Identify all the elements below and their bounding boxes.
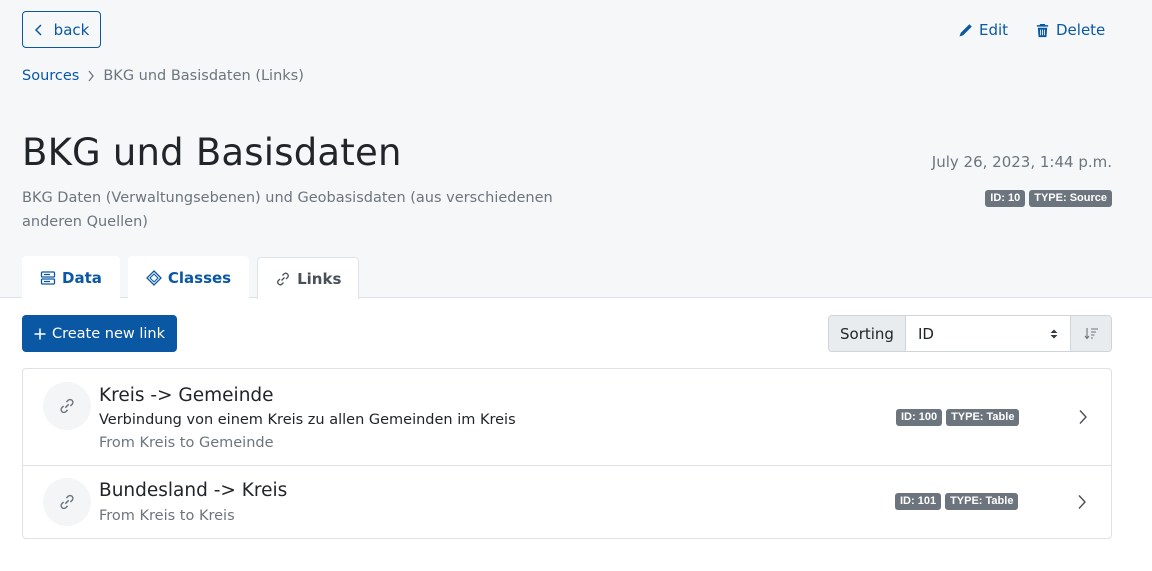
link-icon: [277, 272, 289, 285]
list-item-badges: ID: 100 TYPE: Table: [896, 409, 1020, 426]
tab-links-label: Links: [297, 269, 342, 288]
breadcrumb: Sources BKG und Basisdaten (Links): [22, 68, 304, 84]
page-title: BKG und Basisdaten: [22, 131, 402, 174]
page-date: July 26, 2023, 1:44 p.m.: [931, 153, 1112, 171]
list-item-description: Verbindung von einem Kreis zu allen Geme…: [99, 412, 516, 428]
edit-link[interactable]: Edit: [958, 19, 1008, 41]
breadcrumb-current: BKG und Basisdaten (Links): [103, 68, 304, 84]
tab-data[interactable]: Data: [22, 256, 120, 298]
chevron-right-icon: [88, 70, 95, 82]
create-new-link-label: Create new link: [51, 325, 165, 342]
delete-link[interactable]: Delete: [1035, 19, 1105, 41]
sorting-select[interactable]: ID: [906, 316, 1071, 351]
plus-icon: [34, 328, 46, 339]
id-badge: ID: 101: [895, 493, 942, 510]
link-icon: [60, 494, 74, 510]
type-badge: TYPE: Source: [1029, 190, 1112, 207]
sorting-select-value: ID: [918, 324, 934, 343]
tab-classes-label: Classes: [167, 268, 232, 287]
back-button-label: back: [53, 20, 90, 39]
tab-classes[interactable]: Classes: [127, 256, 250, 298]
id-badge: ID: 10: [985, 190, 1026, 207]
links-list: Kreis -> Gemeinde Verbindung von einem K…: [22, 368, 1112, 539]
list-item-from: From Kreis to Gemeinde: [99, 435, 274, 451]
list-item[interactable]: Kreis -> Gemeinde Verbindung von einem K…: [23, 369, 1111, 466]
edit-label: Edit: [979, 21, 1009, 39]
link-avatar: [43, 478, 91, 526]
tab-links[interactable]: Links: [257, 257, 360, 299]
list-item-from: From Kreis to Kreis: [99, 508, 235, 524]
back-button[interactable]: back: [22, 11, 101, 48]
link-avatar: [43, 382, 91, 430]
diamond-icon: [145, 269, 162, 286]
select-arrows-icon: [1050, 329, 1058, 338]
sort-descending-icon: [1084, 328, 1098, 340]
breadcrumb-sources-link[interactable]: Sources: [22, 68, 79, 84]
list-item-badges: ID: 101 TYPE: Table: [895, 493, 1019, 510]
list-item-text: Kreis -> Gemeinde Verbindung von einem K…: [99, 383, 516, 455]
tab-bar: Data Classes Links: [22, 256, 360, 299]
chevron-left-icon: [34, 23, 42, 36]
sorting-control: Sorting ID: [828, 315, 1112, 352]
type-badge: TYPE: Table: [946, 409, 1020, 426]
type-badge: TYPE: Table: [945, 493, 1019, 510]
sorting-label: Sorting: [829, 316, 906, 351]
database-icon: [40, 270, 56, 285]
chevron-right-icon: [1079, 410, 1087, 424]
trash-icon: [1036, 23, 1049, 37]
page-description: BKG Daten (Verwaltungsebenen) und Geobas…: [22, 190, 553, 230]
tab-data-label: Data: [62, 268, 102, 287]
list-item-text: Bundesland -> Kreis From Kreis to Kreis: [99, 478, 287, 528]
page-badges: ID: 10 TYPE: Source: [985, 190, 1112, 207]
chevron-right-icon: [1078, 495, 1086, 509]
list-item-title: Kreis -> Gemeinde: [99, 385, 274, 406]
delete-label: Delete: [1056, 21, 1106, 39]
list-item-title: Bundesland -> Kreis: [99, 480, 288, 501]
id-badge: ID: 100: [896, 409, 943, 426]
pencil-icon: [959, 23, 972, 36]
sort-direction-button[interactable]: [1071, 316, 1111, 351]
create-new-link-button[interactable]: Create new link: [22, 315, 177, 352]
link-icon: [60, 398, 74, 414]
